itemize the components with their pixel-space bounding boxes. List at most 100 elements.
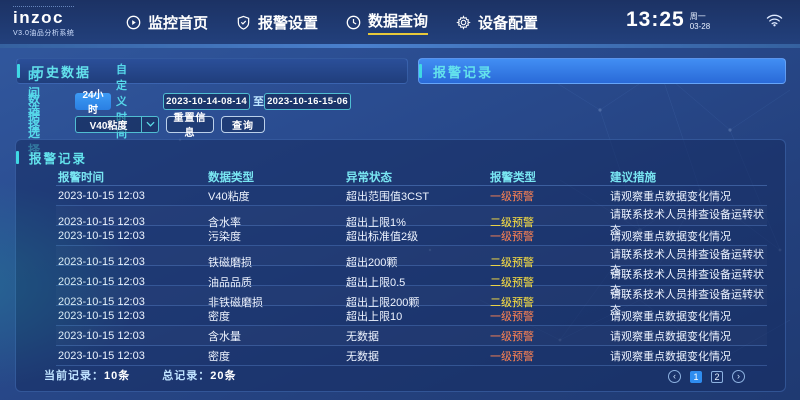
clock-icon: [346, 15, 361, 30]
current-records-value: 10条: [104, 370, 130, 382]
tab-history-data[interactable]: 历史数据: [16, 58, 408, 84]
gear-icon: [456, 15, 471, 30]
nav-label: 设备配置: [478, 12, 538, 33]
col-advice: 建议措施: [610, 169, 767, 185]
nav-label: 数据查询: [368, 10, 428, 35]
clock-day: 03-28: [690, 22, 710, 32]
abnormal-status-cell: 超出200颗: [346, 254, 490, 270]
nav-item-device-config[interactable]: 设备配置: [456, 0, 538, 44]
panel-title-text: 报警记录: [29, 148, 87, 167]
alarm-level-cell: 二级预警: [490, 254, 610, 270]
reset-button[interactable]: 重置信息: [166, 116, 214, 133]
alarm-level-cell: 一级预警: [490, 328, 610, 344]
accent-bar: [16, 151, 19, 164]
table-row: 2023-10-15 12:03 铁磁磨损 超出200颗 二级预警 请联系技术人…: [56, 246, 767, 266]
alarm-time-cell: 2023-10-15 12:03: [58, 276, 208, 288]
panel-title: 报警记录: [16, 148, 87, 167]
start-time-input[interactable]: 2023-10-14-08-14: [163, 93, 250, 110]
main-nav: 监控首页 报警设置 数据查询 设备配置: [126, 0, 538, 44]
page-1-button[interactable]: 1: [690, 371, 702, 383]
tab-alarm-records[interactable]: 报警记录: [418, 58, 786, 84]
nav-item-alarm-settings[interactable]: 报警设置: [236, 0, 318, 44]
abnormal-status-cell: 超出上限0.5: [346, 274, 490, 290]
abnormal-status-cell: 超出上限10: [346, 308, 490, 324]
range-24h-button[interactable]: 24小时: [75, 93, 111, 110]
alarm-level-cell: 二级预警: [490, 274, 610, 290]
prev-page-button[interactable]: ‹: [668, 370, 681, 383]
logo-title: inzoc: [13, 6, 74, 27]
alarm-time-cell: 2023-10-15 12:03: [58, 190, 208, 202]
data-type-cell: 密度: [208, 348, 346, 364]
wifi-icon: [766, 13, 783, 32]
alarm-time-cell: 2023-10-15 12:03: [58, 216, 208, 228]
shield-icon: [236, 15, 251, 30]
table-header-row: 报警时间 数据类型 异常状态 报警类型 建议措施: [56, 168, 767, 186]
total-records-value: 20条: [210, 370, 236, 382]
alarm-records-panel: 报警记录 报警时间 数据类型 异常状态 报警类型 建议措施 2023-10-15…: [15, 139, 786, 392]
clock-weekday: 周一: [690, 12, 710, 22]
alarm-level-cell: 一级预警: [490, 188, 610, 204]
table-row: 2023-10-15 12:03 V40粘度 超出范围值3CST 一级预警 请观…: [56, 186, 767, 206]
to-label: 至: [253, 93, 264, 109]
app-logo: inzoc V3.0油品分析系统: [13, 6, 74, 38]
table-row: 2023-10-15 12:03 密度 无数据 一级预警 请观察重点数据变化情况: [56, 346, 767, 366]
data-type-cell: V40粘度: [208, 188, 346, 204]
chevron-down-icon: [141, 117, 158, 132]
abnormal-status-cell: 无数据: [346, 328, 490, 344]
alarm-table: 报警时间 数据类型 异常状态 报警类型 建议措施 2023-10-15 12:0…: [56, 168, 767, 366]
alarm-time-cell: 2023-10-15 12:03: [58, 296, 208, 308]
abnormal-status-cell: 无数据: [346, 348, 490, 364]
current-records: 当前记录：10条: [44, 367, 130, 383]
header-divider: [0, 44, 800, 48]
pagination: ‹ 1 2 ›: [668, 370, 745, 383]
alarm-level-cell: 一级预警: [490, 228, 610, 244]
clock-time: 13:25: [626, 8, 685, 32]
query-button[interactable]: 查询: [221, 116, 265, 133]
advice-cell: 请观察重点数据变化情况: [610, 328, 767, 344]
alarm-time-cell: 2023-10-15 12:03: [58, 230, 208, 242]
data-type-select[interactable]: V40粘度: [75, 116, 159, 133]
table-row: 2023-10-15 12:03 污染度 超出标准值2级 一级预警 请观察重点数…: [56, 226, 767, 246]
accent-bar: [419, 64, 422, 78]
advice-cell: 请观察重点数据变化情况: [610, 188, 767, 204]
nav-label: 监控首页: [148, 12, 208, 33]
data-type-cell: 油品品质: [208, 274, 346, 290]
clock-display: 13:25 周一 03-28: [626, 8, 710, 32]
current-records-label: 当前记录：: [44, 370, 104, 382]
data-type-cell: 含水量: [208, 328, 346, 344]
col-alarm-level: 报警类型: [490, 169, 610, 185]
table-row: 2023-10-15 12:03 含水量 无数据 一级预警 请观察重点数据变化情…: [56, 326, 767, 346]
data-type-cell: 密度: [208, 308, 346, 324]
total-records: 总记录：20条: [162, 367, 236, 383]
abnormal-status-cell: 超出标准值2级: [346, 228, 490, 244]
end-time-input[interactable]: 2023-10-16-15-06: [264, 93, 351, 110]
data-type-cell: 污染度: [208, 228, 346, 244]
table-footer: 当前记录：10条 总记录：20条 ‹ 1 2 ›: [44, 367, 767, 383]
col-alarm-time: 报警时间: [58, 169, 208, 185]
app-window: inzoc V3.0油品分析系统 监控首页 报警设置 数据查询: [0, 0, 800, 400]
nav-item-data-query[interactable]: 数据查询: [346, 0, 428, 44]
clock-date: 周一 03-28: [690, 12, 710, 32]
alarm-level-cell: 一级预警: [490, 308, 610, 324]
next-page-button[interactable]: ›: [732, 370, 745, 383]
col-abnormal-status: 异常状态: [346, 169, 490, 185]
alarm-level-cell: 一级预警: [490, 348, 610, 364]
advice-cell: 请观察重点数据变化情况: [610, 228, 767, 244]
abnormal-status-cell: 超出范围值3CST: [346, 188, 490, 204]
alarm-time-cell: 2023-10-15 12:03: [58, 310, 208, 322]
col-data-type: 数据类型: [208, 169, 346, 185]
nav-label: 报警设置: [258, 12, 318, 33]
alarm-time-cell: 2023-10-15 12:03: [58, 330, 208, 342]
nav-item-monitor-home[interactable]: 监控首页: [126, 0, 208, 44]
alarm-time-cell: 2023-10-15 12:03: [58, 256, 208, 268]
total-records-label: 总记录：: [162, 370, 210, 382]
data-type-cell: 铁磁磨损: [208, 254, 346, 270]
page-2-button[interactable]: 2: [711, 371, 723, 383]
top-bar: inzoc V3.0油品分析系统 监控首页 报警设置 数据查询: [0, 0, 800, 44]
table-row: 2023-10-15 12:03 密度 超出上限10 一级预警 请观察重点数据变…: [56, 306, 767, 326]
advice-cell: 请观察重点数据变化情况: [610, 348, 767, 364]
play-circle-icon: [126, 15, 141, 30]
accent-bar: [17, 64, 20, 78]
table-row: 2023-10-15 12:03 含水率 超出上限1% 二级预警 请联系技术人员…: [56, 206, 767, 226]
data-type-value: V40粘度: [76, 117, 141, 132]
